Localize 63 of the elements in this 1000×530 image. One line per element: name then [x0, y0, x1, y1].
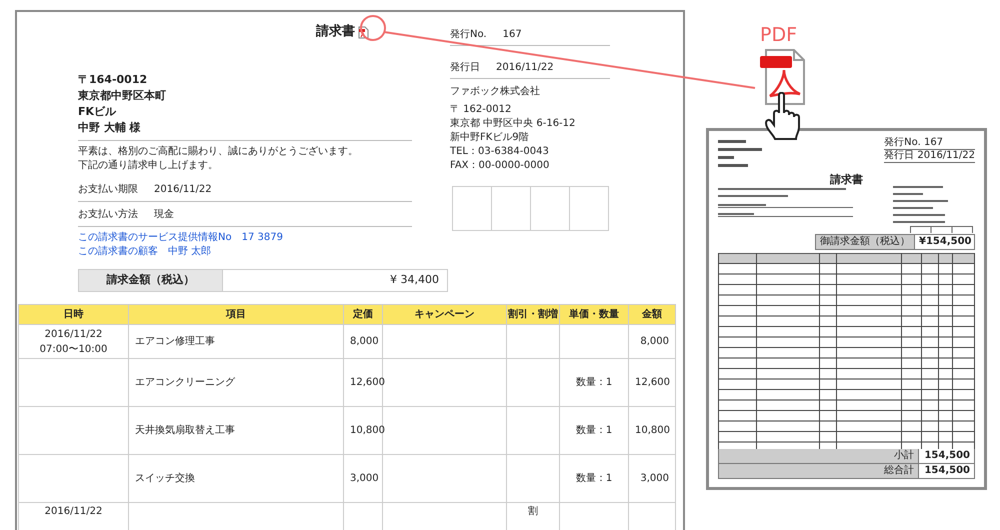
column-header: 定価 — [344, 304, 382, 324]
column-header: 割引・割増 — [506, 304, 560, 324]
field-value: 167 — [502, 28, 522, 42]
table-cell: 10,800 — [628, 406, 676, 454]
issuer-info: TEL：03-6384-0043 — [450, 145, 550, 159]
total-label: 請求金額（税込） — [79, 270, 223, 291]
issuer-info: 新中野FKビル9階 — [450, 131, 530, 145]
greeting-text: 平素は、格別のご高配に賜わり、誠にありがとうございます。 — [78, 145, 359, 159]
issue-number: 発行No. 167 — [884, 137, 975, 150]
issue-date: 発行日 2016/11/22 — [884, 150, 975, 163]
subtotal-label: 小計 — [893, 449, 915, 463]
issuer-info: FAX：00-0000-0000 — [450, 159, 550, 173]
table-cell: エアコンクリーニング — [128, 358, 344, 406]
field-value: 2016/11/22 — [496, 61, 554, 75]
stamp-box — [569, 186, 609, 231]
total-value: ¥ 34,400 — [389, 272, 440, 288]
grand-total-value: 154,500 — [918, 464, 974, 478]
grand-total-label: 総合計 — [883, 464, 915, 478]
total-value: ¥154,500 — [915, 234, 975, 250]
pdf-label: PDF — [760, 24, 798, 46]
invoice-title: 請求書 — [316, 23, 355, 42]
field-label: 発行No. — [450, 28, 487, 42]
table-cell: スイッチ交換 — [128, 454, 344, 502]
greeting-text: 下記の通り請求申し上げます。 — [78, 159, 219, 173]
address-line: 東京都中野区本町 — [78, 88, 167, 104]
table-cell: 数量：1 — [560, 454, 628, 502]
stamp-box — [452, 186, 492, 231]
field-label: 発行日 — [450, 61, 480, 75]
table-cell: 8,000 — [344, 324, 382, 358]
column-header: 単価・数量 — [560, 304, 628, 324]
issuer-info: 〒 162-0012 — [450, 103, 512, 117]
table-cell: 8,000 — [628, 324, 676, 358]
table-cell: 3,000 — [344, 454, 382, 502]
table-cell: 12,600 — [628, 358, 676, 406]
table-cell: 12,600 — [344, 358, 382, 406]
preview-title: 請求書 — [830, 173, 863, 186]
table-cell: 数量：1 — [560, 406, 628, 454]
column-header: 金額 — [628, 304, 676, 324]
info-link[interactable]: この請求書の顧客 中野 太郎 — [78, 245, 212, 259]
postal-code: 〒164-0012 — [78, 72, 148, 88]
info-link[interactable]: この請求書のサービス提供情報No 17 3879 — [78, 231, 283, 245]
table-cell: 天井換気扇取替え工事 — [128, 406, 344, 454]
table-cell: 2016/11/22 — [18, 502, 128, 530]
stamp-box — [491, 186, 531, 231]
field-value: 現金 — [154, 208, 174, 222]
total-label: 御請求金額（税込） — [815, 234, 915, 250]
column-header: 項目 — [128, 304, 344, 324]
company-name: ファボック株式会社 — [450, 85, 541, 99]
table-cell: 数量：1 — [560, 358, 628, 406]
table-cell: 10,800 — [344, 406, 382, 454]
stamp-box — [530, 186, 570, 231]
table-cell: 3,000 — [628, 454, 676, 502]
column-header: キャンペーン — [382, 304, 506, 324]
subtotal-value: 154,500 — [918, 449, 974, 463]
table-cell: エアコン修理工事 — [128, 324, 344, 358]
field-value: 2016/11/22 — [154, 183, 212, 197]
field-label: お支払い期限 — [78, 183, 138, 197]
field-label: お支払い方法 — [78, 208, 138, 222]
table-cell: 2016/11/22 07:00〜10:00 — [18, 324, 128, 358]
issuer-info: 東京都 中野区中央 6-16-12 — [450, 117, 576, 131]
column-header: 日時 — [18, 304, 128, 324]
address-line: FKビル — [78, 104, 118, 120]
recipient-name: 中野 大輔 様 — [78, 120, 142, 136]
